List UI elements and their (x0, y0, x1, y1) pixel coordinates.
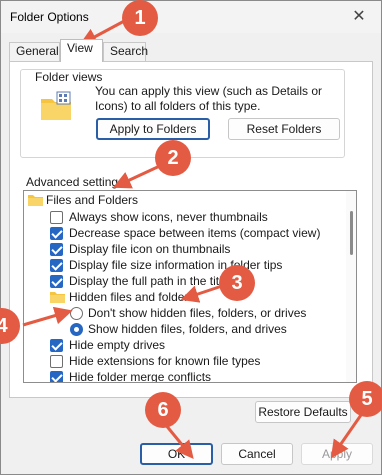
folder-icon (28, 195, 43, 206)
radio-show-hidden[interactable] (70, 323, 83, 336)
checkbox-label: Always show icons, never thumbnails (69, 210, 268, 224)
close-icon[interactable]: ✕ (349, 7, 369, 27)
checkbox-hide-extensions[interactable] (50, 355, 63, 368)
tree-row-always-show-icons[interactable]: Always show icons, never thumbnails (24, 209, 344, 225)
tree-scrollbar[interactable] (346, 191, 356, 382)
checkbox-label: Display file icon on thumbnails (69, 242, 231, 256)
tree-row-decrease-space[interactable]: Decrease space between items (compact vi… (24, 225, 344, 241)
tab-general[interactable]: General (9, 42, 60, 61)
apply-to-folders-button[interactable]: Apply to Folders (96, 118, 210, 140)
advanced-settings-tree[interactable]: Files and Folders Always show icons, nev… (23, 190, 357, 383)
checkbox-always-show-icons[interactable] (50, 211, 63, 224)
tree-row-hide-empty-drives[interactable]: Hide empty drives (24, 337, 344, 353)
callout-badge-3: 3 (219, 265, 255, 301)
cancel-button[interactable]: Cancel (221, 443, 293, 465)
callout-badge-5: 5 (349, 381, 382, 417)
checkbox-display-file-size[interactable] (50, 259, 63, 272)
tree-row-hide-merge-conflicts[interactable]: Hide folder merge conflicts (24, 369, 344, 383)
reset-folders-button[interactable]: Reset Folders (228, 118, 340, 140)
radio-dont-show-hidden[interactable] (70, 307, 83, 320)
advanced-settings-heading: Advanced settings: (26, 175, 128, 189)
checkbox-hide-empty-drives[interactable] (50, 339, 63, 352)
tree-folder-label: Files and Folders (46, 193, 139, 207)
scrollbar-thumb[interactable] (350, 211, 353, 255)
restore-defaults-button[interactable]: Restore Defaults (255, 401, 351, 423)
checkbox-label: Hide extensions for known file types (69, 354, 261, 368)
radio-label: Don't show hidden files, folders, or dri… (88, 306, 307, 320)
ok-button[interactable]: OK (140, 443, 213, 465)
callout-badge-2: 2 (155, 140, 191, 176)
folder-icon (50, 292, 65, 303)
checkbox-label: Decrease space between items (compact vi… (69, 226, 321, 240)
checkbox-display-file-icon[interactable] (50, 243, 63, 256)
callout-badge-1: 1 (122, 0, 158, 36)
callout-badge-6: 6 (145, 392, 181, 428)
checkbox-display-full-path[interactable] (50, 275, 63, 288)
tree-row-display-file-size[interactable]: Display file size information in folder … (24, 257, 344, 273)
tree-row-dont-show-hidden[interactable]: Don't show hidden files, folders, or dri… (24, 305, 344, 321)
apply-button[interactable]: Apply (301, 443, 373, 465)
tree-folder-label: Hidden files and folders (69, 290, 195, 304)
tab-view[interactable]: View (60, 39, 103, 62)
radio-label: Show hidden files, folders, and drives (88, 322, 287, 336)
checkbox-label: Hide empty drives (69, 338, 166, 352)
tree-row-show-hidden[interactable]: Show hidden files, folders, and drives (24, 321, 344, 337)
tree-row-hide-extensions[interactable]: Hide extensions for known file types (24, 353, 344, 369)
tree-row-display-full-path[interactable]: Display the full path in the title bar (24, 273, 344, 289)
tree-row-hidden-files-folders: Hidden files and folders (24, 289, 344, 305)
checkbox-decrease-space[interactable] (50, 227, 63, 240)
folder-views-description: You can apply this view (such as Details… (95, 84, 323, 113)
checkbox-label: Hide folder merge conflicts (69, 370, 212, 383)
tree-row-files-and-folders: Files and Folders (24, 192, 344, 208)
tree-row-display-file-icon[interactable]: Display file icon on thumbnails (24, 241, 344, 257)
folder-grid-icon (41, 91, 71, 120)
tab-search[interactable]: Search (103, 42, 148, 61)
folder-views-heading: Folder views (32, 70, 106, 84)
title-bar: Folder Options ✕ (1, 1, 381, 33)
checkbox-hide-merge-conflicts[interactable] (50, 371, 63, 382)
window-title: Folder Options (10, 10, 89, 24)
